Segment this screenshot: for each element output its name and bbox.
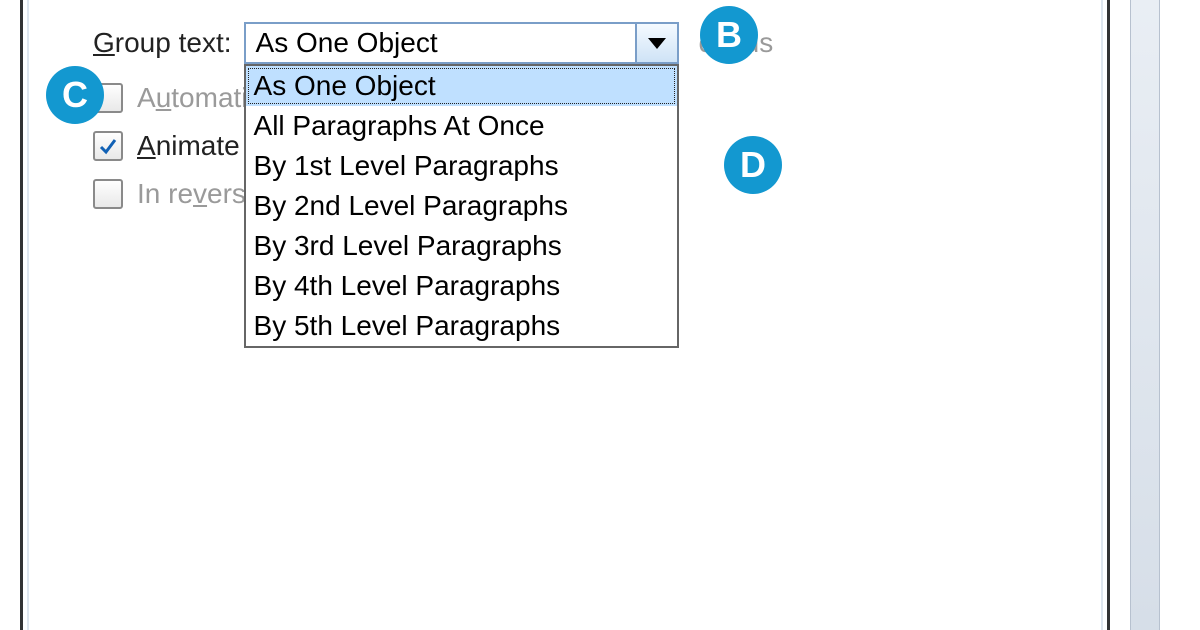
dropdown-option[interactable]: By 5th Level Paragraphs bbox=[246, 306, 677, 346]
dropdown-option[interactable]: As One Object bbox=[246, 66, 677, 106]
animate-checkbox[interactable] bbox=[93, 131, 123, 161]
badge-d: D bbox=[724, 136, 782, 194]
dropdown-option[interactable]: By 4th Level Paragraphs bbox=[246, 266, 677, 306]
checkmark-icon bbox=[98, 136, 118, 156]
reverse-label: In revers bbox=[137, 178, 246, 210]
dropdown-option[interactable]: By 3rd Level Paragraphs bbox=[246, 226, 677, 266]
group-text-label: Group text: bbox=[93, 27, 232, 59]
group-text-dropdown[interactable]: As One Object All Paragraphs At Once By … bbox=[244, 64, 679, 348]
badge-b: B bbox=[700, 6, 758, 64]
dropdown-option[interactable]: By 2nd Level Paragraphs bbox=[246, 186, 677, 226]
group-text-combo[interactable]: As One Object bbox=[244, 22, 679, 64]
badge-c: C bbox=[46, 66, 104, 124]
vertical-scrollbar[interactable] bbox=[1130, 0, 1160, 630]
group-text-combo-holder: As One Object As One Object All Paragrap… bbox=[244, 22, 679, 64]
dropdown-option[interactable]: By 1st Level Paragraphs bbox=[246, 146, 677, 186]
dropdown-option[interactable]: All Paragraphs At Once bbox=[246, 106, 677, 146]
chevron-down-icon bbox=[648, 38, 666, 49]
group-text-combo-button[interactable] bbox=[635, 24, 677, 62]
dialog-panel: Group text: As One Object As One Object … bbox=[20, 0, 1110, 630]
group-text-hotkey: G bbox=[93, 27, 115, 58]
reverse-checkbox bbox=[93, 179, 123, 209]
group-text-combo-value: As One Object bbox=[246, 27, 635, 59]
automatically-label: Automati bbox=[137, 82, 248, 114]
group-text-row: Group text: As One Object As One Object … bbox=[93, 22, 1077, 64]
